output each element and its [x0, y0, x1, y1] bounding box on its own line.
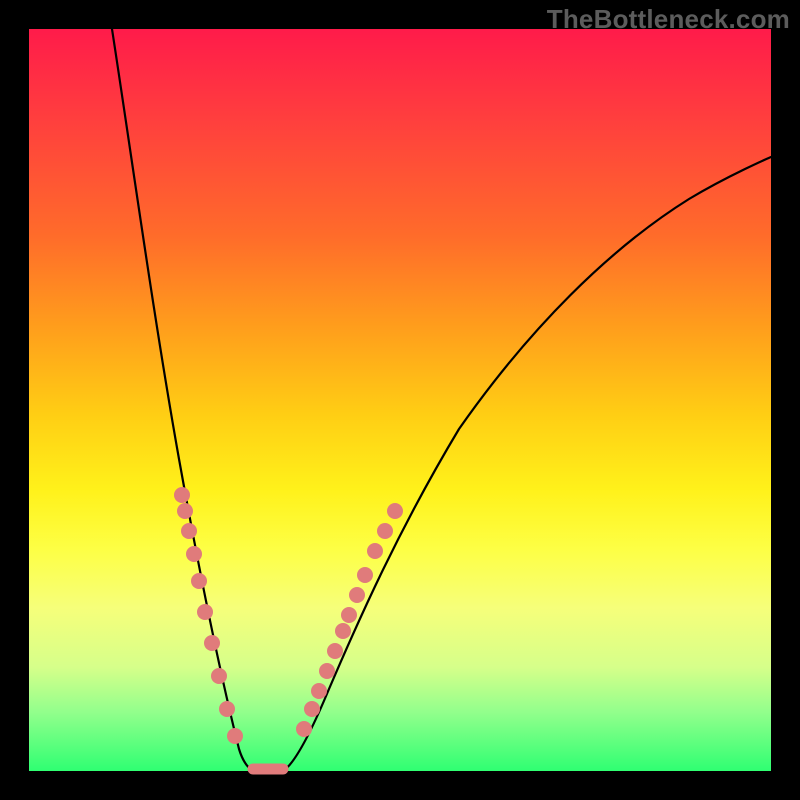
chart-frame: TheBottleneck.com — [0, 0, 800, 800]
dot-right — [341, 607, 357, 623]
dot-right — [357, 567, 373, 583]
watermark-text: TheBottleneck.com — [547, 4, 790, 35]
dot-right — [327, 643, 343, 659]
dot-left — [227, 728, 243, 744]
dot-left — [211, 668, 227, 684]
curve-left-branch — [112, 29, 253, 771]
curve-layer — [29, 29, 771, 771]
dot-left — [174, 487, 190, 503]
dot-left — [177, 503, 193, 519]
dot-right — [335, 623, 351, 639]
dot-left — [181, 523, 197, 539]
dot-right — [296, 721, 312, 737]
plot-area — [29, 29, 771, 771]
dot-right — [367, 543, 383, 559]
dot-left — [197, 604, 213, 620]
dot-right — [319, 663, 335, 679]
dot-right — [304, 701, 320, 717]
curve-right-branch — [283, 157, 771, 771]
left-branch-dots — [174, 487, 243, 744]
dot-right — [311, 683, 327, 699]
right-branch-dots — [296, 503, 403, 737]
dot-right — [387, 503, 403, 519]
dot-right — [349, 587, 365, 603]
dot-left — [204, 635, 220, 651]
dot-left — [191, 573, 207, 589]
dot-left — [219, 701, 235, 717]
dot-left — [186, 546, 202, 562]
dot-right — [377, 523, 393, 539]
